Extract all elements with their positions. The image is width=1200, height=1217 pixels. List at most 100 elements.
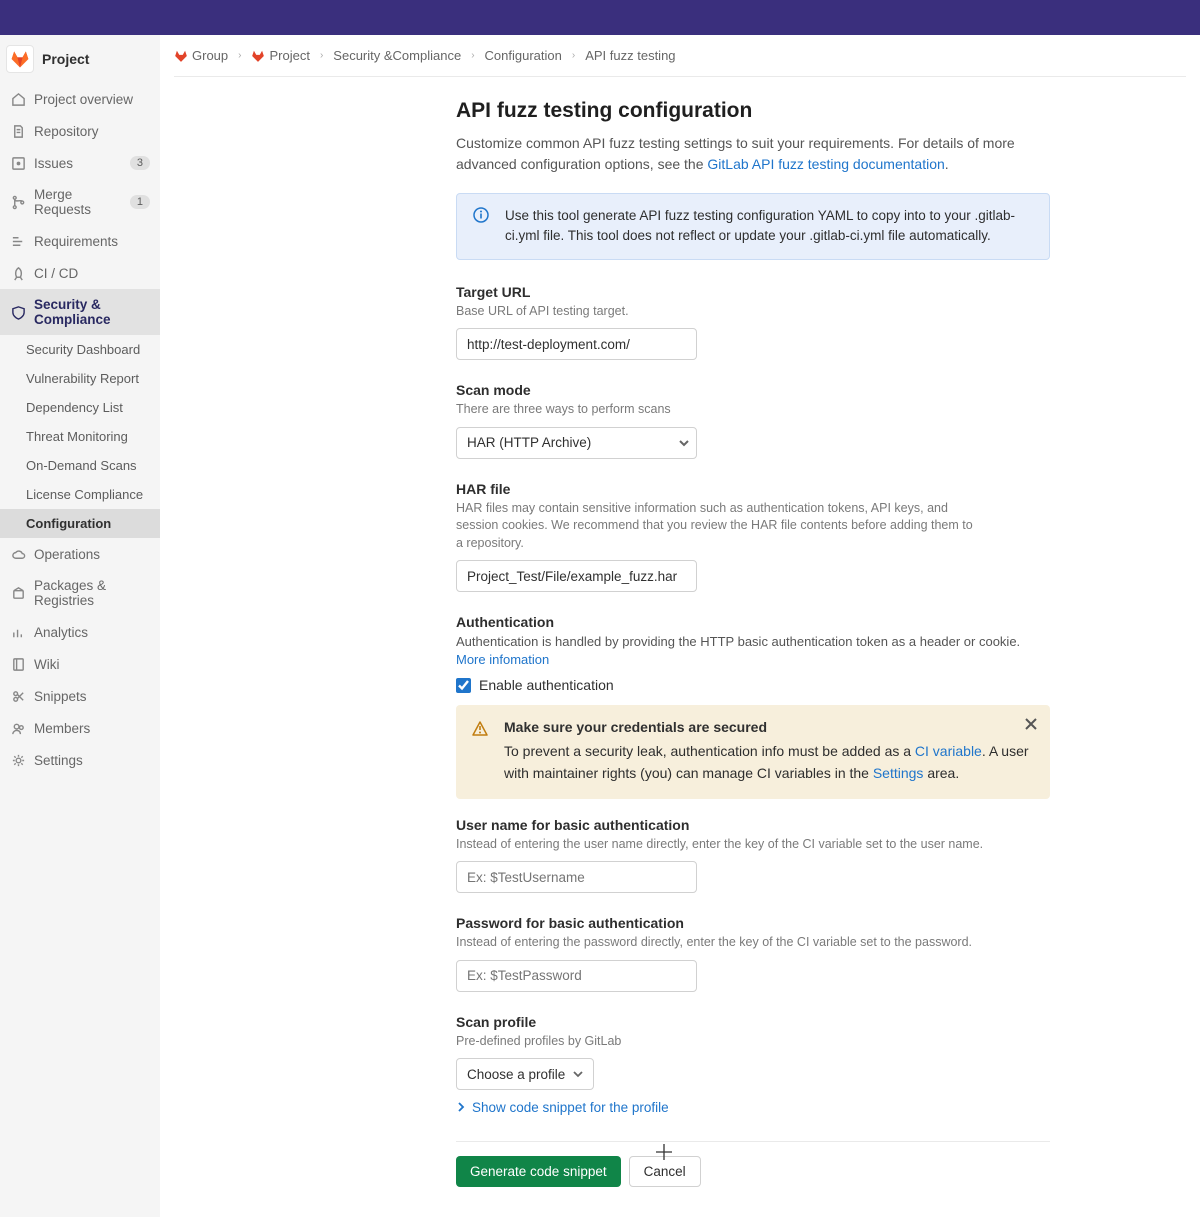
sidebar-item-settings[interactable]: Settings — [0, 744, 160, 776]
home-icon — [10, 91, 26, 107]
auth-more-info-link[interactable]: More infomation — [456, 652, 549, 667]
doc-link[interactable]: GitLab API fuzz testing documentation — [707, 156, 944, 172]
username-input[interactable] — [456, 861, 697, 893]
enable-auth-label[interactable]: Enable authentication — [479, 677, 614, 693]
scan-profile-help: Pre-defined profiles by GitLab — [456, 1033, 1050, 1051]
sidebar-item-repository[interactable]: Repository — [0, 115, 160, 147]
auth-help: Authentication is handled by providing t… — [456, 633, 1050, 669]
rocket-icon — [10, 265, 26, 281]
target-url-help: Base URL of API testing target. — [456, 303, 1050, 321]
sidebar-item-merge-requests[interactable]: Merge Requests1 — [0, 179, 160, 225]
username-help: Instead of entering the user name direct… — [456, 836, 1050, 854]
chevron-right-icon: › — [320, 50, 323, 61]
info-banner-text: Use this tool generate API fuzz testing … — [505, 206, 1033, 247]
sidebar-item-label: Snippets — [34, 689, 87, 704]
sidebar-item-operations[interactable]: Operations — [0, 538, 160, 570]
chevron-right-icon: › — [471, 50, 474, 61]
badge: 3 — [130, 156, 150, 170]
package-icon — [10, 585, 26, 601]
sidebar-item-label: Merge Requests — [34, 187, 130, 217]
show-snippet-toggle[interactable]: Show code snippet for the profile — [456, 1100, 1050, 1115]
badge: 1 — [130, 195, 150, 209]
top-navbar — [0, 0, 1200, 35]
settings-link[interactable]: Settings — [873, 765, 924, 781]
sidebar-item-label: Security & Compliance — [34, 297, 150, 327]
sidebar-item-analytics[interactable]: Analytics — [0, 616, 160, 648]
chevron-right-icon: › — [572, 50, 575, 61]
ci-variable-link[interactable]: CI variable — [915, 743, 982, 759]
chevron-right-icon: › — [238, 50, 241, 61]
auth-label: Authentication — [456, 614, 1050, 630]
target-url-input[interactable] — [456, 328, 697, 360]
warning-text: To prevent a security leak, authenticati… — [504, 741, 1034, 784]
sidebar-item-requirements[interactable]: Requirements — [0, 225, 160, 257]
sidebar-item-label: Settings — [34, 753, 83, 768]
sidebar-subitem-vulnerability-report[interactable]: Vulnerability Report — [0, 364, 160, 393]
sidebar-subitem-dependency-list[interactable]: Dependency List — [0, 393, 160, 422]
breadcrumb-item[interactable]: Security &Compliance — [333, 48, 461, 63]
sidebar-item-label: Requirements — [34, 234, 118, 249]
sidebar-item-label: Members — [34, 721, 90, 736]
sidebar-item-wiki[interactable]: Wiki — [0, 648, 160, 680]
generate-button[interactable]: Generate code snippet — [456, 1156, 621, 1187]
cloud-icon — [10, 546, 26, 562]
sidebar-item-label: Packages & Registries — [34, 578, 150, 608]
info-icon — [473, 207, 489, 223]
har-file-label: HAR file — [456, 481, 1050, 497]
page-description: Customize common API fuzz testing settin… — [456, 133, 1050, 175]
breadcrumb-item[interactable]: Configuration — [485, 48, 562, 63]
breadcrumb-item[interactable]: Project — [251, 48, 309, 63]
gear-icon — [10, 752, 26, 768]
project-header[interactable]: Project — [0, 35, 160, 83]
sidebar-item-ci-cd[interactable]: CI / CD — [0, 257, 160, 289]
sidebar-item-label: Issues — [34, 156, 73, 171]
password-label: Password for basic authentication — [456, 915, 1050, 931]
sidebar-subitem-threat-monitoring[interactable]: Threat Monitoring — [0, 422, 160, 451]
username-label: User name for basic authentication — [456, 817, 1050, 833]
har-file-input[interactable] — [456, 560, 697, 592]
chart-icon — [10, 624, 26, 640]
tanuki-icon — [6, 45, 34, 73]
har-file-help: HAR files may contain sensitive informat… — [456, 500, 976, 553]
sidebar-subitem-security-dashboard[interactable]: Security Dashboard — [0, 335, 160, 364]
sidebar-subitem-on-demand-scans[interactable]: On-Demand Scans — [0, 451, 160, 480]
sidebar: Project Project overview Repository Issues… — [0, 35, 160, 1217]
breadcrumb-item[interactable]: API fuzz testing — [585, 48, 675, 63]
req-icon — [10, 233, 26, 249]
scan-profile-label: Scan profile — [456, 1014, 1050, 1030]
shield-icon — [10, 304, 26, 320]
book-icon — [10, 656, 26, 672]
members-icon — [10, 720, 26, 736]
sidebar-item-members[interactable]: Members — [0, 712, 160, 744]
scan-profile-select[interactable]: Choose a profile — [456, 1058, 594, 1090]
enable-auth-checkbox[interactable] — [456, 678, 471, 693]
sidebar-item-issues[interactable]: Issues 3 — [0, 147, 160, 179]
sidebar-subitem-configuration[interactable]: Configuration — [0, 509, 160, 538]
sidebar-item-packages-registries[interactable]: Packages & Registries — [0, 570, 160, 616]
page-title: API fuzz testing configuration — [456, 99, 1050, 123]
warning-title: Make sure your credentials are secured — [504, 719, 1034, 735]
scissors-icon — [10, 688, 26, 704]
sidebar-item-snippets[interactable]: Snippets — [0, 680, 160, 712]
close-icon[interactable] — [1024, 717, 1038, 734]
project-title: Project — [42, 51, 89, 67]
warning-icon — [472, 721, 488, 737]
sidebar-item-project-overview[interactable]: Project overview — [0, 83, 160, 115]
sidebar-item-label: Project overview — [34, 92, 133, 107]
sidebar-item-label: Repository — [34, 124, 99, 139]
password-help: Instead of entering the password directl… — [456, 934, 1050, 952]
scan-mode-select[interactable] — [456, 427, 697, 459]
sidebar-item-label: Analytics — [34, 625, 88, 640]
scan-mode-label: Scan mode — [456, 382, 1050, 398]
chevron-down-icon — [573, 1067, 583, 1082]
desc-text-end: . — [945, 156, 949, 172]
warning-banner: Make sure your credentials are secured T… — [456, 705, 1050, 798]
info-banner: Use this tool generate API fuzz testing … — [456, 193, 1050, 260]
password-input[interactable] — [456, 960, 697, 992]
cancel-button[interactable]: Cancel — [629, 1156, 701, 1187]
sidebar-item-security-compliance[interactable]: Security & Compliance — [0, 289, 160, 335]
sidebar-item-label: Operations — [34, 547, 100, 562]
breadcrumb-item[interactable]: Group — [174, 48, 228, 63]
sidebar-subitem-license-compliance[interactable]: License Compliance — [0, 480, 160, 509]
auth-help-text: Authentication is handled by providing t… — [456, 634, 1020, 649]
